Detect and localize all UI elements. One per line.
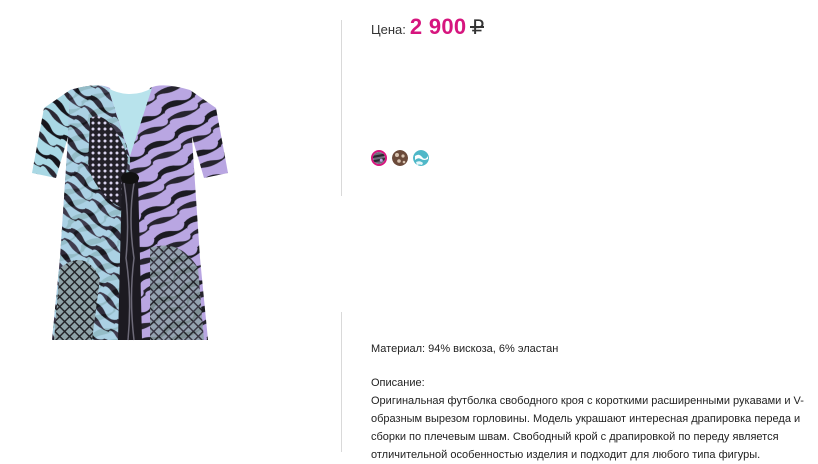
ruble-currency: ₽	[470, 17, 485, 39]
swatch-brown-animal-print[interactable]	[392, 150, 408, 166]
vertical-divider-bottom	[341, 312, 342, 452]
swatch-purple-animal-print[interactable]	[371, 150, 387, 166]
product-details: Материал: 94% вискоза, 6% эластан Описан…	[371, 340, 811, 464]
vertical-divider-top	[341, 20, 342, 196]
product-image	[30, 78, 230, 346]
price-row: Цена: 2 900 ₽	[371, 14, 484, 40]
price-label: Цена:	[371, 22, 406, 37]
price-value: 2 900	[409, 14, 467, 39]
description-text: Оригинальная футболка свободного кроя с …	[371, 395, 804, 461]
color-swatches	[371, 150, 429, 166]
description-heading: Описание:	[371, 377, 425, 389]
blouse-illustration	[32, 85, 228, 341]
swatch-turquoise-animal-print[interactable]	[413, 150, 429, 166]
material-text: Материал: 94% вискоза, 6% эластан	[371, 343, 559, 355]
